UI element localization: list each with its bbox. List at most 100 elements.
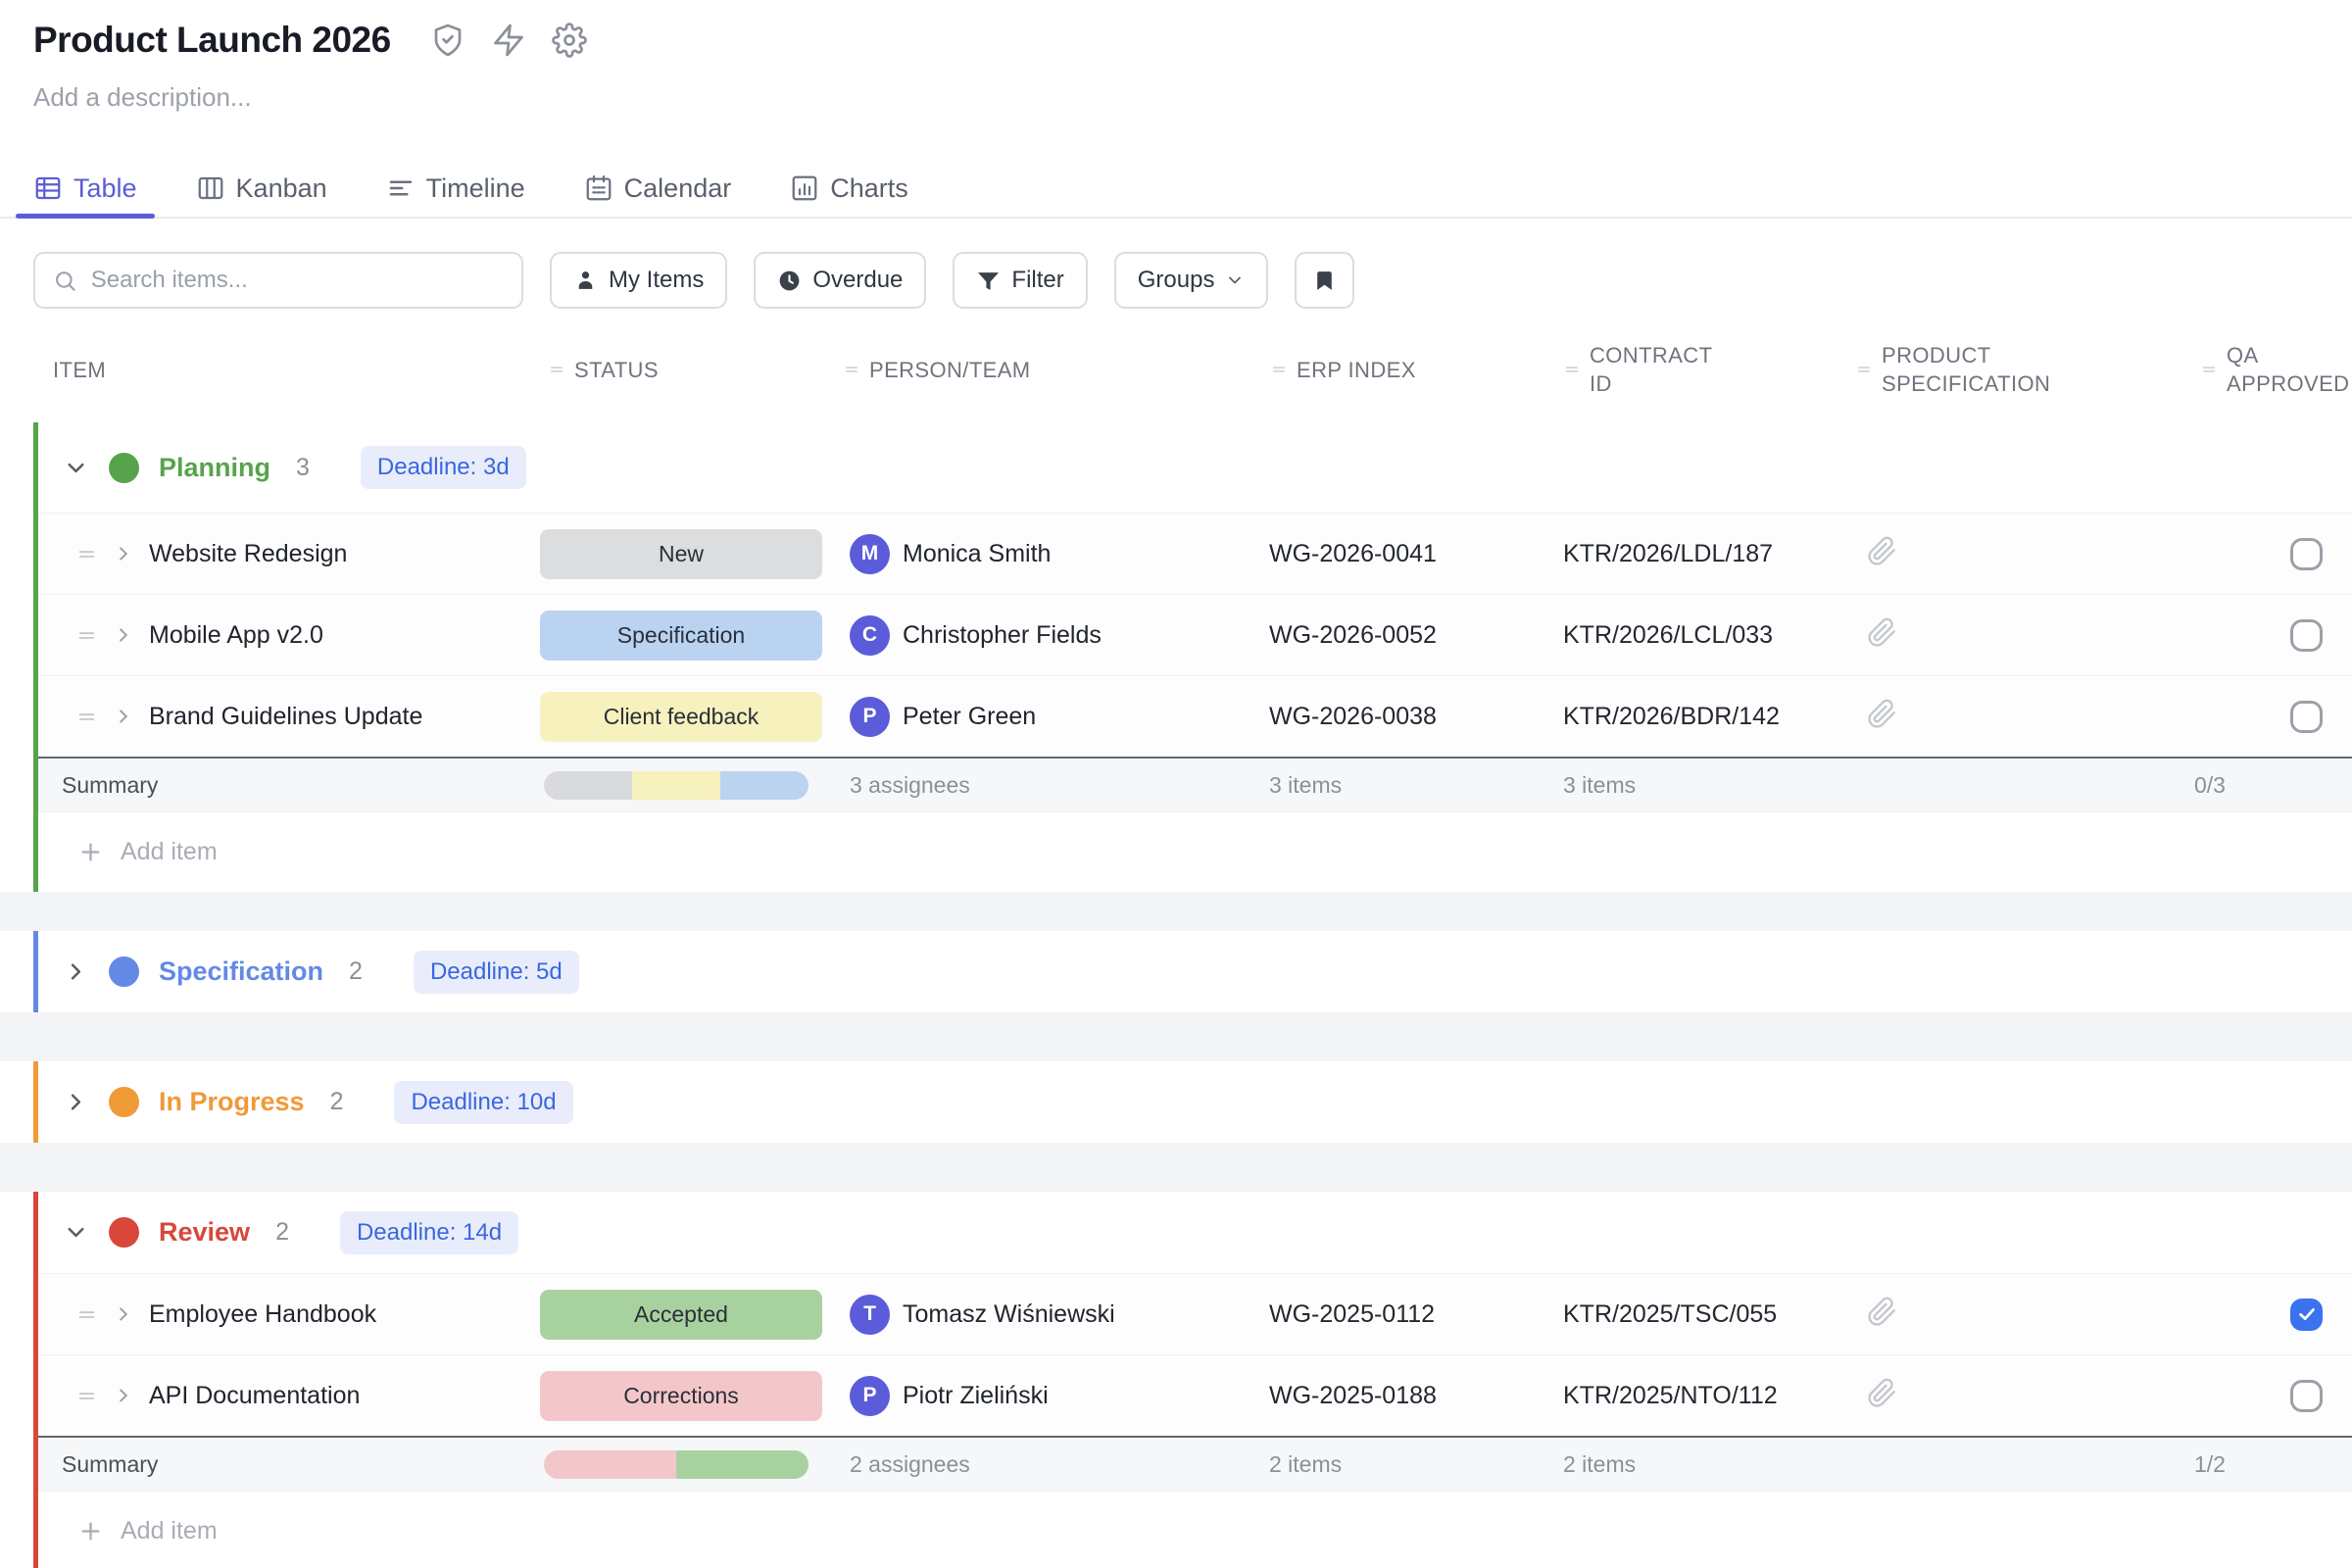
paperclip-icon[interactable] bbox=[1867, 1297, 1897, 1327]
group-name[interactable]: Specification bbox=[159, 956, 323, 987]
status-pill[interactable]: New bbox=[540, 529, 822, 579]
bar-segment bbox=[544, 771, 632, 800]
group-color-dot bbox=[109, 956, 139, 987]
qa-checkbox-checked[interactable] bbox=[2290, 1298, 2323, 1331]
column-header-status[interactable]: STATUS bbox=[528, 356, 822, 384]
filter-button[interactable]: Filter bbox=[953, 252, 1087, 309]
bookmark-button[interactable] bbox=[1295, 252, 1354, 309]
gear-icon[interactable] bbox=[552, 23, 587, 58]
table-row[interactable]: Website Redesign New MMonica Smith WG-20… bbox=[38, 513, 2352, 594]
search-box[interactable] bbox=[33, 252, 523, 309]
item-title[interactable]: Employee Handbook bbox=[149, 1300, 376, 1329]
view-tabs: Table Kanban Timeline Calendar Charts bbox=[0, 160, 2352, 219]
description-input[interactable]: Add a description... bbox=[33, 82, 2313, 113]
summary-label: Summary bbox=[38, 772, 528, 799]
drag-handle-icon[interactable] bbox=[75, 624, 98, 647]
group-name[interactable]: In Progress bbox=[159, 1087, 305, 1117]
add-item-button[interactable]: Add item bbox=[38, 1491, 2352, 1568]
deadline-badge: Deadline: 3d bbox=[361, 446, 526, 489]
collapse-chevron-icon[interactable] bbox=[63, 958, 89, 985]
expand-chevron-icon[interactable] bbox=[113, 624, 134, 646]
status-pill[interactable]: Client feedback bbox=[540, 692, 822, 742]
item-title[interactable]: Website Redesign bbox=[149, 540, 347, 568]
summary-contract-count: 3 items bbox=[1547, 772, 1841, 799]
column-header-erp[interactable]: ERP INDEX bbox=[1253, 356, 1547, 384]
clock-icon bbox=[777, 269, 802, 293]
group-name[interactable]: Planning bbox=[159, 453, 270, 483]
my-items-label: My Items bbox=[609, 267, 704, 294]
group-header[interactable]: Planning 3 Deadline: 3d bbox=[38, 422, 2352, 513]
tab-table[interactable]: Table bbox=[16, 160, 155, 217]
group-name[interactable]: Review bbox=[159, 1217, 250, 1248]
column-header-contract[interactable]: CONTRACT ID bbox=[1547, 341, 1841, 398]
erp-index-value: WG-2026-0038 bbox=[1253, 703, 1547, 731]
expand-chevron-icon[interactable] bbox=[113, 1385, 134, 1406]
drag-handle-icon[interactable] bbox=[75, 706, 98, 728]
plus-icon bbox=[77, 1518, 104, 1544]
item-title[interactable]: Mobile App v2.0 bbox=[149, 621, 323, 650]
qa-checkbox[interactable] bbox=[2290, 538, 2323, 570]
column-drag-icon bbox=[1563, 361, 1581, 378]
bar-segment bbox=[720, 771, 808, 800]
group-header[interactable]: In Progress 2 Deadline: 10d bbox=[38, 1061, 2352, 1143]
expand-chevron-icon[interactable] bbox=[113, 706, 134, 727]
collapse-chevron-icon[interactable] bbox=[63, 1219, 89, 1246]
paperclip-icon[interactable] bbox=[1867, 699, 1897, 729]
add-item-button[interactable]: Add item bbox=[38, 811, 2352, 892]
status-pill[interactable]: Accepted bbox=[540, 1290, 822, 1340]
drag-handle-icon[interactable] bbox=[75, 543, 98, 565]
my-items-button[interactable]: My Items bbox=[550, 252, 727, 309]
tab-calendar[interactable]: Calendar bbox=[566, 160, 750, 217]
overdue-button[interactable]: Overdue bbox=[754, 252, 926, 309]
shield-check-icon[interactable] bbox=[430, 23, 466, 58]
expand-chevron-icon[interactable] bbox=[113, 1303, 134, 1325]
zap-icon[interactable] bbox=[491, 23, 526, 58]
paperclip-icon[interactable] bbox=[1867, 617, 1897, 648]
column-header-person[interactable]: PERSON/TEAM bbox=[822, 356, 1253, 384]
item-title[interactable]: API Documentation bbox=[149, 1382, 360, 1410]
group-count: 3 bbox=[296, 454, 310, 482]
item-title[interactable]: Brand Guidelines Update bbox=[149, 703, 422, 731]
filter-label: Filter bbox=[1011, 267, 1063, 294]
tab-kanban[interactable]: Kanban bbox=[178, 160, 345, 217]
person-name: Christopher Fields bbox=[903, 621, 1102, 650]
column-header-qa[interactable]: QA APPROVED bbox=[2180, 341, 2352, 398]
qa-checkbox[interactable] bbox=[2290, 1380, 2323, 1412]
group-summary-row: Summary 3 assignees 3 items 3 items 0/3 bbox=[38, 757, 2352, 811]
column-header-item[interactable]: ITEM bbox=[33, 356, 528, 384]
paperclip-icon[interactable] bbox=[1867, 536, 1897, 566]
status-pill[interactable]: Corrections bbox=[540, 1371, 822, 1421]
groups-button[interactable]: Groups bbox=[1114, 252, 1269, 309]
qa-checkbox[interactable] bbox=[2290, 619, 2323, 652]
tab-timeline[interactable]: Timeline bbox=[368, 160, 543, 217]
expand-chevron-icon[interactable] bbox=[113, 543, 134, 564]
column-drag-icon bbox=[1855, 361, 1873, 378]
person-name: Monica Smith bbox=[903, 540, 1051, 568]
group-gap bbox=[0, 892, 2352, 931]
timeline-icon bbox=[386, 173, 416, 203]
qa-checkbox[interactable] bbox=[2290, 701, 2323, 733]
summary-qa-ratio: 0/3 bbox=[2180, 772, 2352, 799]
column-drag-icon bbox=[548, 361, 565, 378]
search-input[interactable] bbox=[91, 267, 504, 294]
table-row[interactable]: Mobile App v2.0 Specification CChristoph… bbox=[38, 594, 2352, 675]
table-row[interactable]: Brand Guidelines Update Client feedback … bbox=[38, 675, 2352, 757]
table-row[interactable]: Employee Handbook Accepted TTomasz Wiśni… bbox=[38, 1273, 2352, 1354]
column-drag-icon bbox=[1270, 361, 1288, 378]
group-header[interactable]: Review 2 Deadline: 14d bbox=[38, 1192, 2352, 1273]
column-drag-icon bbox=[2200, 361, 2218, 378]
collapse-chevron-icon[interactable] bbox=[63, 455, 89, 481]
summary-assignees: 3 assignees bbox=[822, 772, 1253, 799]
person-name: Tomasz Wiśniewski bbox=[903, 1300, 1115, 1329]
group-header[interactable]: Specification 2 Deadline: 5d bbox=[38, 931, 2352, 1012]
table-row[interactable]: API Documentation Corrections PPiotr Zie… bbox=[38, 1354, 2352, 1436]
column-header-spec[interactable]: PRODUCT SPECIFICATION bbox=[1841, 341, 2180, 398]
avatar: M bbox=[850, 534, 890, 574]
drag-handle-icon[interactable] bbox=[75, 1385, 98, 1407]
status-pill[interactable]: Specification bbox=[540, 611, 822, 661]
drag-handle-icon[interactable] bbox=[75, 1303, 98, 1326]
deadline-badge: Deadline: 14d bbox=[340, 1211, 518, 1254]
collapse-chevron-icon[interactable] bbox=[63, 1089, 89, 1115]
tab-charts[interactable]: Charts bbox=[772, 160, 926, 217]
paperclip-icon[interactable] bbox=[1867, 1378, 1897, 1408]
